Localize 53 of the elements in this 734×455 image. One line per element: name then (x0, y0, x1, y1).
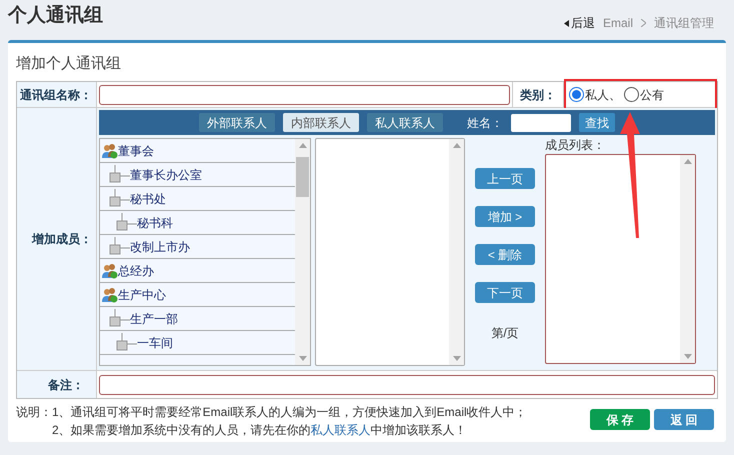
category-radio[interactable]: 公有 (624, 86, 664, 104)
field-label: 类别： (512, 82, 564, 107)
breadcrumb-link[interactable]: 通讯组管理 (654, 14, 714, 32)
note-text: 2、如果需要增加系统中没有的人员，请先在你的私人联系人中增加该联系人！ (51, 422, 468, 439)
search-button[interactable]: 查找 (579, 113, 615, 132)
tree-item[interactable]: 秘书处 (100, 187, 295, 211)
action-button[interactable]: 上一页 (475, 168, 535, 189)
note-text: 说明：1、通讯组可将平时需要经常Email联系人的人编为一组，方便快速加入到Email收件人中； (16, 404, 527, 421)
tree-item[interactable]: 秘书科 (100, 211, 295, 235)
category-radio[interactable]: 私人、 (569, 86, 621, 104)
scroll-up-icon[interactable] (298, 143, 306, 148)
people-icon (102, 142, 118, 158)
caret-left-icon (564, 20, 569, 26)
people-icon (102, 262, 118, 278)
name-search-input[interactable] (511, 114, 571, 132)
chevron-right-icon (641, 19, 646, 27)
note-input[interactable] (99, 374, 715, 394)
tree-item[interactable]: 改制上市办 (100, 235, 295, 259)
contact-tab[interactable]: 外部联系人 (199, 113, 275, 132)
tree-item[interactable]: 生产一部 (100, 307, 295, 331)
scroll-down-icon[interactable] (684, 354, 692, 359)
tree-item[interactable]: 生产中心 (100, 283, 295, 307)
tree-item[interactable]: 总经办 (100, 259, 295, 283)
scroll-down-icon[interactable] (298, 356, 306, 361)
page-title: 个人通讯组 (8, 4, 103, 28)
page-info: 第/页 (491, 325, 519, 342)
action-button[interactable]: 下一页 (475, 282, 535, 303)
member-listbox[interactable] (545, 154, 696, 364)
field-label: 增加成员： (17, 108, 97, 370)
scroll-up-icon[interactable] (452, 143, 460, 148)
search-label: 姓名： (467, 114, 503, 132)
contact-tab[interactable]: 内部联系人 (283, 113, 359, 132)
tree-item[interactable]: 董事长办公室 (100, 163, 295, 187)
scroll-down-icon[interactable] (452, 356, 460, 361)
tree-item[interactable]: 一车间 (100, 331, 295, 355)
people-icon (102, 286, 118, 302)
group-name-input[interactable] (99, 84, 510, 104)
breadcrumb-link[interactable]: Email (602, 14, 633, 32)
field-label: 通讯组名称： (17, 82, 97, 107)
contact-listbox[interactable] (315, 138, 465, 366)
back-button[interactable]: 返 回 (654, 409, 714, 430)
scroll-up-icon[interactable] (684, 159, 692, 164)
back-link[interactable]: 后退 (564, 14, 595, 32)
scroll-thumb[interactable] (296, 157, 309, 197)
form-title: 增加个人通讯组 (16, 54, 122, 74)
action-button[interactable]: 增加 > (475, 206, 535, 227)
contact-tab[interactable]: 私人联系人 (367, 113, 443, 132)
field-label: 备注： (17, 371, 97, 398)
private-contacts-link[interactable]: 私人联系人 (310, 423, 371, 437)
save-button[interactable]: 保 存 (590, 409, 650, 430)
tree-item[interactable]: 董事会 (100, 139, 295, 163)
member-list-label: 成员列表： (545, 138, 606, 154)
action-button[interactable]: < 删除 (475, 244, 535, 265)
